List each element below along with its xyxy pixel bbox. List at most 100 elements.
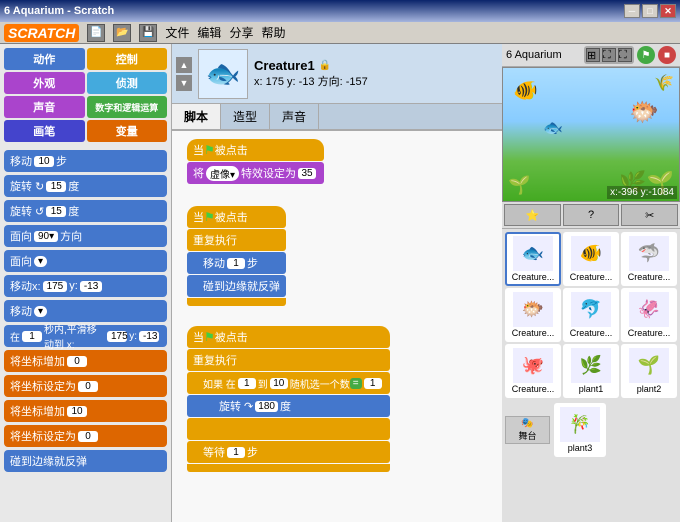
category-motion[interactable]: 动作 <box>4 48 85 70</box>
block-goto[interactable]: 移动 ▾ <box>4 300 167 322</box>
category-sensing[interactable]: 侦测 <box>87 72 168 94</box>
stage-decoration-plant2: 🌱 <box>508 175 530 196</box>
sprite-label-creature7: Creature... <box>512 384 555 394</box>
menu-file[interactable]: 文件 <box>165 24 189 41</box>
stage-toolbar: ⭐ ? ✂ <box>502 202 680 229</box>
sprite-nav-up[interactable]: ▲ <box>176 57 192 73</box>
hat-block-3[interactable]: 当 ⚑ 被点击 <box>187 326 390 348</box>
sprite-item-creature2[interactable]: 🐠 Creature... <box>563 232 619 286</box>
block-turn-right[interactable]: 旋转 ↻ 15 度 <box>4 175 167 197</box>
sprite-item-creature6[interactable]: 🦑 Creature... <box>621 288 677 342</box>
minimize-button[interactable]: ─ <box>624 4 640 18</box>
block-turn-180[interactable]: 旋转 ↷ 180 度 <box>187 395 390 417</box>
window-title: 6 Aquarium - Scratch <box>4 5 114 17</box>
stage-decoration-plant3: 🌾 <box>654 73 674 93</box>
sprite-label-creature6: Creature... <box>628 328 671 338</box>
category-variable[interactable]: 变量 <box>87 120 168 142</box>
hat-block-2[interactable]: 当 ⚑ 被点击 <box>187 206 286 228</box>
block-change-x[interactable]: 将坐标增加 0 <box>4 350 167 372</box>
open-file-icon[interactable]: 📂 <box>113 24 131 42</box>
blocks-palette: 动作 控制 外观 侦测 声音 数字和逻辑运算 画笔 变量 移动 10 步 旋转 … <box>0 44 172 522</box>
block-if[interactable]: 如果 在 1 到 10 随机选一个数 = 1 <box>187 372 390 394</box>
sprite-img-creature4: 🐡 <box>513 292 553 327</box>
category-looks[interactable]: 外观 <box>4 72 85 94</box>
lock-icon: 🔒 <box>319 60 331 71</box>
stage-ctrl-2[interactable]: ? <box>563 204 620 226</box>
sprite-coords: x: 175 y: -13 方向: -157 <box>254 73 368 89</box>
sprite-item-creature1[interactable]: 🐟 Creature... <box>505 232 561 286</box>
sprite-item-creature5[interactable]: 🐬 Creature... <box>563 288 619 342</box>
sprite-img-plant1: 🌿 <box>571 348 611 383</box>
block-set-effect[interactable]: 将 虚像▾ 特效设定为 35 <box>187 162 324 184</box>
script-group-3: 当 ⚑ 被点击 重复执行 如果 在 1 到 10 随机选一个数 = 1 旋转 ↷… <box>187 326 390 473</box>
sprite-item-plant3[interactable]: 🎋 plant3 <box>554 403 606 457</box>
block-change-y[interactable]: 将坐标增加 10 <box>4 400 167 422</box>
stage-ctrl-3[interactable]: ✂ <box>621 204 678 226</box>
stage-icon-2[interactable]: ⛶ <box>602 48 616 62</box>
window-controls: ─ □ ✕ <box>624 4 676 18</box>
block-face-sprite[interactable]: 面向 ▾ <box>4 250 167 272</box>
sprite-item-creature4[interactable]: 🐡 Creature... <box>505 288 561 342</box>
category-pen[interactable]: 画笔 <box>4 120 85 142</box>
menu-bar: SCRATCH 📄 📂 💾 文件 编辑 分享 帮助 <box>0 22 680 44</box>
sprite-item-plant2[interactable]: 🌱 plant2 <box>621 344 677 398</box>
block-bounce[interactable]: 碰到边缘就反弹 <box>4 450 167 472</box>
main-container: 动作 控制 外观 侦测 声音 数字和逻辑运算 画笔 变量 移动 10 步 旋转 … <box>0 44 680 522</box>
block-forever-2[interactable]: 重复执行 <box>187 229 286 251</box>
block-bounce-2[interactable]: 碰到边缘就反弹 <box>187 275 286 297</box>
menu-edit[interactable]: 编辑 <box>197 24 221 41</box>
block-move-1[interactable]: 移动 1 步 <box>187 252 286 274</box>
sprite-img-creature6: 🦑 <box>629 292 669 327</box>
green-flag-button[interactable]: ⚑ <box>637 46 655 64</box>
tab-costumes[interactable]: 造型 <box>221 104 270 129</box>
menu-help[interactable]: 帮助 <box>261 24 285 41</box>
scratch-logo: SCRATCH <box>4 24 79 42</box>
new-file-icon[interactable]: 📄 <box>87 24 105 42</box>
sprite-img-creature1: 🐟 <box>513 236 553 271</box>
scripts-canvas[interactable]: 当 ⚑ 被点击 将 虚像▾ 特效设定为 35 当 ⚑ 被点击 重复执行 移动 1… <box>172 131 502 522</box>
save-icon[interactable]: 💾 <box>139 24 157 42</box>
stage-icon-3[interactable]: ⛶ <box>618 48 632 62</box>
category-control[interactable]: 控制 <box>87 48 168 70</box>
block-turn-left[interactable]: 旋转 ↺ 15 度 <box>4 200 167 222</box>
stage-canvas: 🐠 🐡 🐟 🌿🌱 🌱 🌾 x:-396 y:-1084 <box>502 67 680 202</box>
stage-icon-1[interactable]: ⊞ <box>586 48 600 62</box>
sprite-label-creature5: Creature... <box>570 328 613 338</box>
sprite-name-label: Creature1 🔒 <box>254 58 368 73</box>
hat-block-1[interactable]: 当 ⚑ 被点击 <box>187 139 324 161</box>
block-wait[interactable]: 等待 1 步 <box>187 441 390 463</box>
category-operator[interactable]: 数字和逻辑运算 <box>87 96 168 118</box>
sprite-img-creature5: 🐬 <box>571 292 611 327</box>
block-face-direction[interactable]: 面向 90▾ 方向 <box>4 225 167 247</box>
sprite-tabs: 脚本 造型 声音 <box>172 104 502 131</box>
stage-coords: x:-396 y:-1084 <box>607 186 677 199</box>
sprite-item-plant1[interactable]: 🌿 plant1 <box>563 344 619 398</box>
tab-scripts[interactable]: 脚本 <box>172 104 221 129</box>
close-button[interactable]: ✕ <box>660 4 676 18</box>
sprite-label-creature3: Creature... <box>628 272 671 282</box>
block-end-if <box>187 418 390 440</box>
stage-panel: 6 Aquarium ⊞ ⛶ ⛶ ⚑ ■ 🐠 🐡 🐟 🌿🌱 🌱 🌾 x:-396… <box>502 44 680 522</box>
stop-button[interactable]: ■ <box>658 46 676 64</box>
stage-label[interactable]: 🎭舞台 <box>505 416 550 444</box>
block-glide-xy[interactable]: 在 1 秒内,平滑移动到 x:175 y:-13 <box>4 325 167 347</box>
maximize-button[interactable]: □ <box>642 4 658 18</box>
block-move-steps[interactable]: 移动 10 步 <box>4 150 167 172</box>
stage-ctrl-1[interactable]: ⭐ <box>504 204 561 226</box>
stage-title: 6 Aquarium <box>506 49 562 61</box>
category-grid: 动作 控制 外观 侦测 声音 数字和逻辑运算 画笔 变量 <box>0 44 171 146</box>
sprite-nav-down[interactable]: ▼ <box>176 75 192 91</box>
sprite-item-creature7[interactable]: 🐙 Creature... <box>505 344 561 398</box>
block-set-x[interactable]: 将坐标设定为 0 <box>4 375 167 397</box>
script-group-1: 当 ⚑ 被点击 将 虚像▾ 特效设定为 35 <box>187 139 324 185</box>
block-set-y[interactable]: 将坐标设定为 0 <box>4 425 167 447</box>
block-goto-xy[interactable]: 移动x: 175 y: -13 <box>4 275 167 297</box>
category-sound[interactable]: 声音 <box>4 96 85 118</box>
tab-sounds[interactable]: 声音 <box>270 104 319 129</box>
blocks-list: 移动 10 步 旋转 ↻ 15 度 旋转 ↺ 15 度 面向 90▾ 方向 面向… <box>0 146 171 522</box>
menu-share[interactable]: 分享 <box>229 24 253 41</box>
sprite-img-creature7: 🐙 <box>513 348 553 383</box>
sprite-item-creature3[interactable]: 🦈 Creature... <box>621 232 677 286</box>
sprite-img-creature3: 🦈 <box>629 236 669 271</box>
block-forever-3[interactable]: 重复执行 <box>187 349 390 371</box>
